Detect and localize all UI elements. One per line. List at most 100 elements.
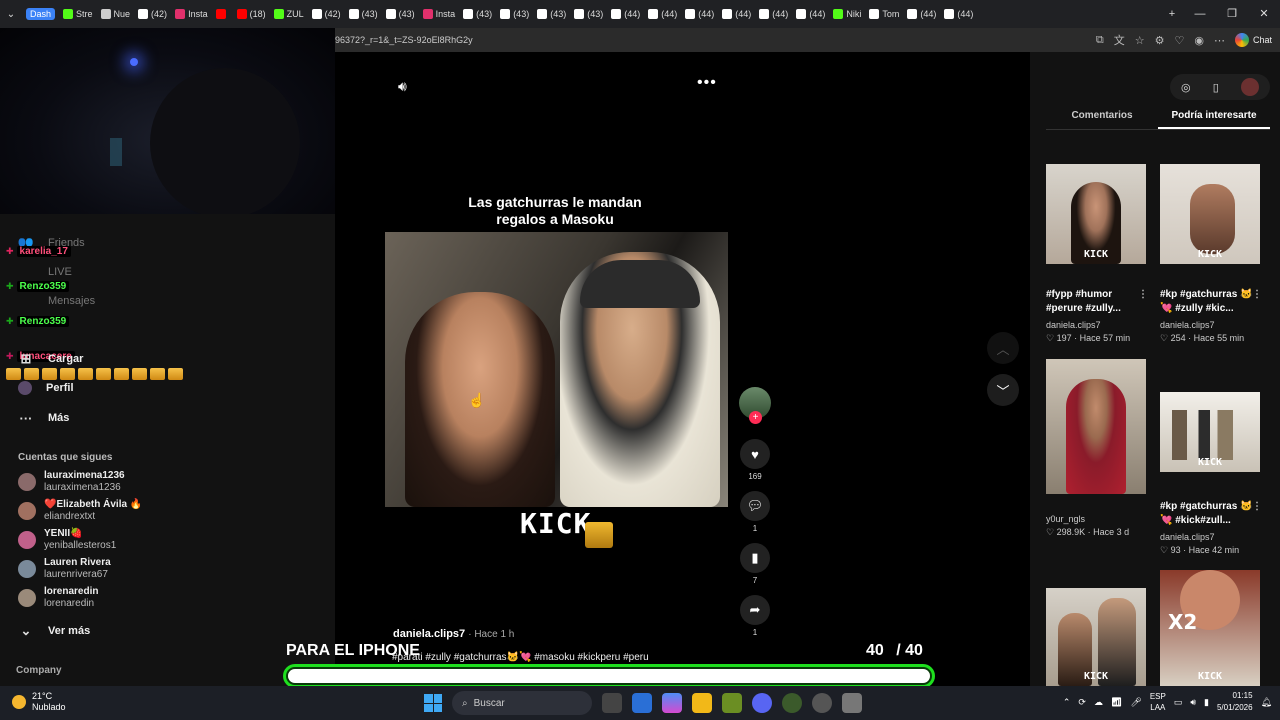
monitor-icon[interactable]: ▭ — [1174, 697, 1183, 708]
related-video-thumb[interactable]: KICK — [1046, 588, 1146, 686]
compass-icon[interactable]: ◎ — [1181, 81, 1191, 94]
browser-tab[interactable]: (43) — [459, 3, 496, 25]
chevron-up-icon[interactable]: ⌃ — [1063, 697, 1071, 708]
browser-tab[interactable]: (44) — [681, 3, 718, 25]
related-video-user[interactable]: daniela.clips7 — [1160, 320, 1215, 330]
sidebar-item-profile[interactable]: Perfil — [18, 381, 74, 395]
browser-tab[interactable]: Tom — [865, 3, 903, 25]
favorite-star-icon[interactable]: ☆ — [1135, 34, 1145, 47]
author-avatar-button[interactable]: + — [737, 387, 773, 424]
comment-button[interactable]: 💬︎ 1 — [737, 491, 773, 533]
copilot-chat-button[interactable]: Chat — [1234, 33, 1272, 47]
browser-tab[interactable]: (43) — [382, 3, 419, 25]
browser-tab[interactable]: (44) — [644, 3, 681, 25]
following-account[interactable]: lorenaredin lorenaredin — [18, 586, 98, 610]
related-video-thumb[interactable]: KICK — [1160, 392, 1260, 472]
speaker-icon[interactable]: 🔊︎ — [1190, 697, 1196, 708]
weather-widget[interactable]: 21°C Nublado — [12, 691, 66, 713]
user-avatar[interactable] — [1240, 78, 1259, 96]
company-link[interactable]: Company — [16, 665, 62, 676]
browser-tab[interactable]: Dash — [22, 3, 59, 25]
post-author[interactable]: daniela.clips7 — [393, 628, 465, 640]
store-icon[interactable] — [632, 693, 652, 713]
phone-icon[interactable]: ▯ — [1213, 81, 1219, 94]
share-button[interactable]: ➦ 1 — [737, 595, 773, 637]
browser-tab[interactable]: Insta — [419, 3, 460, 25]
related-video-thumb[interactable]: X2 KICK — [1160, 570, 1260, 686]
browser-tab[interactable]: (18) — [233, 3, 270, 25]
related-video-caption[interactable]: #kp #gatchurras 🐱💘 #kick#zull... ⋮ — [1160, 500, 1262, 528]
following-account[interactable]: ❤️Elizabeth Ávila 🔥 eliandrextxt — [18, 499, 142, 523]
related-video-thumb[interactable] — [1046, 359, 1146, 494]
file-explorer-icon[interactable] — [692, 693, 712, 713]
wifi-icon[interactable]: 📶︎ — [1111, 697, 1122, 708]
more-dots-icon[interactable]: ⋮ — [1138, 288, 1148, 302]
maximize-button[interactable]: ❐ — [1216, 0, 1248, 28]
following-account[interactable]: Lauren Rivera laurenrivera67 — [18, 557, 111, 581]
battery-icon[interactable]: ▮ — [1204, 697, 1209, 708]
mic-icon[interactable]: 🎤︎ — [1130, 697, 1141, 708]
like-button[interactable]: ♥ 169 — [737, 439, 773, 481]
tab-list-chevron-icon[interactable]: ⌄ — [0, 9, 22, 20]
more-options-icon[interactable]: ••• — [697, 74, 717, 92]
open-in-app-icon[interactable]: ⧉ — [1096, 34, 1104, 47]
tab-related[interactable]: Podría interesarte — [1158, 110, 1270, 129]
extensions-icon[interactable]: ⚙ — [1155, 34, 1165, 47]
more-dots-icon[interactable]: ⋮ — [1252, 288, 1262, 302]
game-app-icon[interactable] — [722, 693, 742, 713]
related-video-user[interactable]: y0ur_ngls — [1046, 514, 1085, 524]
profile-avatar-icon[interactable]: ◉ — [1194, 34, 1204, 47]
browser-tab[interactable] — [212, 3, 233, 25]
browser-tab[interactable]: (44) — [903, 3, 940, 25]
settings-icon[interactable] — [842, 693, 862, 713]
minimize-button[interactable]: — — [1184, 0, 1216, 28]
browser-tab[interactable]: (44) — [607, 3, 644, 25]
see-more-button[interactable]: ⌄ Ver más — [18, 623, 91, 639]
browser-tab[interactable]: Stre — [59, 3, 97, 25]
browser-tab[interactable]: (43) — [570, 3, 607, 25]
browser-tab[interactable]: (44) — [718, 3, 755, 25]
browser-tab[interactable]: Nue — [97, 3, 135, 25]
previous-video-button[interactable]: ︿ — [987, 332, 1019, 364]
more-dots-icon[interactable]: ⋮ — [1252, 500, 1262, 514]
menu-dots-icon[interactable]: ⋯ — [1214, 34, 1225, 47]
discord-icon[interactable] — [752, 693, 772, 713]
sidebar-item-messages[interactable]: Mensajes — [18, 293, 95, 309]
browser-tab[interactable]: (44) — [792, 3, 829, 25]
browser-tab[interactable]: (43) — [345, 3, 382, 25]
obs-icon[interactable] — [812, 693, 832, 713]
related-video-thumb[interactable]: KICK — [1046, 164, 1146, 264]
sidebar-item-more[interactable]: ··· Más — [18, 410, 70, 426]
post-hashtags[interactable]: #parati #zully #gatchurras🐱💘 #masoku #ki… — [392, 652, 649, 663]
translate-icon[interactable]: 文 — [1114, 32, 1125, 48]
volume-icon[interactable]: 🔊︎ — [398, 78, 407, 95]
notifications-icon[interactable]: 🔔︎ — [1261, 697, 1272, 708]
start-button[interactable] — [424, 694, 442, 712]
browser-tab[interactable]: (44) — [940, 3, 977, 25]
related-video-user[interactable]: daniela.clips7 — [1046, 320, 1101, 330]
follow-plus-icon[interactable]: + — [749, 411, 762, 424]
browser-tab[interactable]: ZUL — [270, 3, 308, 25]
related-video-caption[interactable]: #kp #gatchurras 🐱💘 #zully #kic... ⋮ — [1160, 288, 1262, 316]
following-account[interactable]: lauraximena1236 lauraximena1236 — [18, 470, 125, 494]
browser-tab[interactable]: (42) — [134, 3, 171, 25]
following-account[interactable]: YENII🍓 yeniballesteros1 — [18, 528, 116, 552]
next-video-button[interactable]: ﹀ — [987, 374, 1019, 406]
sidebar-item-upload[interactable]: ⊞ Cargar — [18, 351, 84, 367]
browser-essentials-icon[interactable]: ♡ — [1175, 34, 1185, 47]
clock[interactable]: 01:15 5/01/2026 — [1217, 690, 1253, 714]
related-video-user[interactable]: daniela.clips7 — [1160, 532, 1215, 542]
tab-comments[interactable]: Comentarios — [1046, 110, 1158, 129]
url-field[interactable]: 96372?_r=1&_t=ZS-92oEl8RhG2y — [335, 35, 1096, 45]
related-video-caption[interactable]: #fypp #humor #perure #zully... ⋮ — [1046, 288, 1148, 316]
save-button[interactable]: ▮ 7 — [737, 543, 773, 585]
tray-app-icon[interactable]: ⟳ — [1078, 697, 1086, 708]
browser-tab[interactable]: (44) — [755, 3, 792, 25]
sidebar-item-live[interactable]: LIVE — [18, 264, 72, 280]
taskbar-search[interactable]: ⌕ Buscar — [452, 691, 592, 715]
browser-tab[interactable]: (42) — [308, 3, 345, 25]
app-icon[interactable] — [782, 693, 802, 713]
browser-tab[interactable]: Niki — [829, 3, 865, 25]
new-tab-button[interactable]: + — [1160, 0, 1184, 28]
copilot-app-icon[interactable] — [662, 693, 682, 713]
